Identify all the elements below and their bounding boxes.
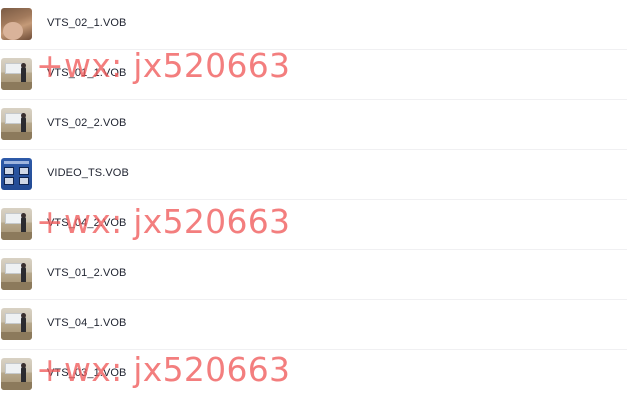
file-row[interactable]: VTS_03_1.VOB	[0, 350, 627, 400]
file-name: VTS_02_1.VOB	[47, 17, 127, 29]
file-list: VTS_02_1.VOB VTS_01_1.VOB VTS_02_2.VOB V…	[0, 0, 627, 400]
file-name: VTS_04_2.VOB	[47, 217, 127, 229]
video-thumbnail-presenter-icon	[1, 108, 32, 140]
file-name: VTS_02_2.VOB	[47, 117, 127, 129]
video-thumbnail-presenter-icon	[1, 308, 32, 340]
file-row[interactable]: VTS_02_2.VOB	[0, 100, 627, 150]
file-row[interactable]: VTS_04_1.VOB	[0, 300, 627, 350]
file-row[interactable]: VTS_01_1.VOB	[0, 50, 627, 100]
video-thumbnail-face-icon	[1, 8, 32, 40]
video-thumbnail-presenter-icon	[1, 58, 32, 90]
file-row[interactable]: VTS_02_1.VOB	[0, 0, 627, 50]
video-thumbnail-presenter-icon	[1, 358, 32, 390]
file-name: VTS_01_1.VOB	[47, 67, 127, 79]
video-thumbnail-presenter-icon	[1, 258, 32, 290]
file-name: VTS_01_2.VOB	[47, 267, 127, 279]
video-thumbnail-presenter-icon	[1, 208, 32, 240]
file-row[interactable]: VTS_04_2.VOB	[0, 200, 627, 250]
file-name: VIDEO_TS.VOB	[47, 167, 129, 179]
file-row[interactable]: VTS_01_2.VOB	[0, 250, 627, 300]
video-thumbnail-menu-icon	[1, 158, 32, 190]
file-name: VTS_04_1.VOB	[47, 317, 127, 329]
file-row[interactable]: VIDEO_TS.VOB	[0, 150, 627, 200]
file-name: VTS_03_1.VOB	[47, 367, 127, 379]
